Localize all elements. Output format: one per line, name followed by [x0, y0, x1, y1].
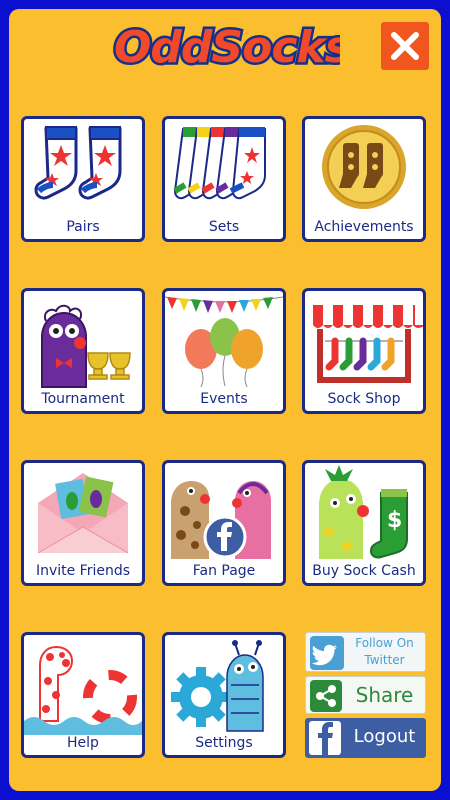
twitter-line1: Follow On: [355, 636, 414, 650]
tile-sets[interactable]: Sets: [162, 116, 286, 242]
tile-label: Events: [200, 391, 248, 407]
share-label: Share: [355, 683, 414, 707]
tile-tournament[interactable]: Tournament: [21, 288, 145, 414]
tile-label: Sets: [208, 219, 240, 235]
tournament-trophy-icon: [41, 304, 131, 388]
logout-button[interactable]: Logout: [305, 718, 426, 758]
share-icon: [310, 680, 342, 712]
sets-socks-icon: [173, 127, 266, 200]
tile-label: Buy Sock Cash: [312, 563, 416, 579]
tile-sock-shop[interactable]: Sock Shop: [302, 288, 426, 414]
tile-help[interactable]: Help: [21, 632, 145, 758]
fan-page-facebook-icon: [171, 481, 271, 559]
tile-label: Fan Page: [192, 563, 256, 579]
close-icon: [391, 32, 419, 60]
tile-label: Help: [67, 735, 99, 751]
settings-gear-icon: [171, 640, 264, 732]
tile-settings[interactable]: Settings: [162, 632, 286, 758]
svg-text:$: $: [387, 508, 402, 533]
achievements-medal-icon: [322, 125, 406, 209]
follow-twitter-button[interactable]: Follow On Twitter: [305, 632, 426, 672]
oddsocks-logo: OddSocks OddSocks: [112, 20, 341, 76]
pairs-socks-icon: [34, 126, 122, 200]
events-balloons-icon: [165, 296, 283, 388]
tile-fan-page[interactable]: Fan Page: [162, 460, 286, 586]
close-button[interactable]: [381, 22, 429, 70]
tile-label: Tournament: [41, 391, 125, 407]
logout-label: Logout: [353, 726, 416, 747]
tile-pairs[interactable]: Pairs: [21, 116, 145, 242]
tile-events[interactable]: Events: [162, 288, 286, 414]
tile-label: Invite Friends: [35, 563, 131, 579]
tile-label: Achievements: [314, 219, 414, 235]
twitter-line2: Twitter: [364, 653, 405, 667]
twitter-bird-icon: [310, 636, 344, 670]
tile-label: Sock Shop: [327, 391, 401, 407]
tile-label: Pairs: [66, 219, 100, 235]
share-button[interactable]: Share: [305, 676, 426, 714]
tile-invite-friends[interactable]: Invite Friends: [21, 460, 145, 586]
sock-shop-icon: [313, 305, 423, 383]
tile-label: Settings: [195, 735, 253, 751]
facebook-f-icon: [309, 721, 341, 755]
logo-text: OddSocks: [114, 22, 340, 73]
buy-sock-cash-icon: $: [319, 465, 408, 559]
help-lifebuoy-icon: [24, 645, 142, 735]
tile-achievements[interactable]: Achievements: [302, 116, 426, 242]
tile-buy-sock-cash[interactable]: $ Buy Sock Cash: [302, 460, 426, 586]
invite-envelope-icon: [37, 473, 129, 554]
